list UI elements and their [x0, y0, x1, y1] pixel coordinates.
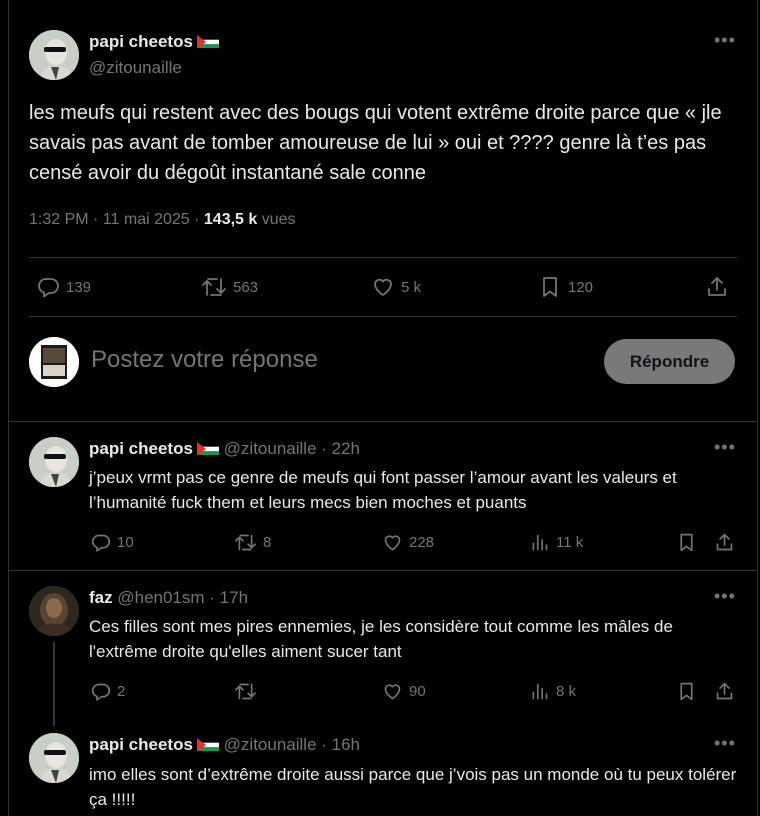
card-image-icon [29, 337, 79, 387]
share-button[interactable] [705, 275, 729, 299]
retweet-icon [235, 683, 256, 700]
bookmark-button[interactable] [676, 532, 697, 553]
views-stat[interactable]: 8 k [529, 681, 576, 702]
reply-author-avatar[interactable] [29, 437, 79, 487]
reply-stat[interactable]: 2 [90, 681, 125, 702]
bookmark-stat[interactable]: 120 [538, 275, 593, 299]
views-count: 8 k [556, 683, 577, 700]
reply-text: Ces filles sont mes pires ennemies, je l… [89, 617, 673, 661]
heart-icon [374, 278, 392, 296]
share-icon [708, 277, 726, 296]
reply-header: papi cheetos @zitounaille · 22h [89, 439, 360, 459]
reply-time[interactable]: · 16h [317, 735, 360, 754]
reply-icon [38, 278, 59, 298]
bookmark-icon [543, 277, 557, 297]
bookmark-button[interactable] [676, 681, 697, 702]
avatar-image [29, 30, 79, 80]
palestine-flag-icon [196, 34, 219, 48]
reply-author-handle[interactable]: @hen01sm [117, 588, 204, 607]
retweet-count: 563 [233, 278, 259, 296]
reply-time[interactable]: · 22h [317, 439, 360, 458]
views-label: vues [257, 211, 296, 228]
like-stat[interactable]: 228 [382, 532, 434, 553]
reply-button[interactable]: Répondre [604, 339, 735, 384]
reply-author-avatar[interactable] [29, 586, 79, 636]
more-icon[interactable]: ••• [714, 586, 736, 607]
views-chart-icon [532, 683, 548, 700]
tweet-timestamp[interactable]: 1:32 PM · 11 mai 2025 · [29, 211, 204, 228]
reply-time[interactable]: · 17h [205, 588, 248, 607]
heart-icon [384, 684, 401, 700]
divider [29, 316, 737, 317]
palestine-flag-icon [196, 441, 219, 455]
views-count: 11 k [556, 534, 584, 551]
reply-author-handle[interactable]: @zitounaille [224, 735, 317, 754]
bookmark-icon [680, 533, 693, 552]
retweet-icon [202, 278, 226, 296]
reply-count: 2 [117, 683, 126, 700]
bookmark-count: 120 [568, 278, 594, 296]
avatar-image [29, 586, 79, 636]
palestine-flag-icon [196, 737, 219, 751]
like-count: 90 [409, 683, 426, 700]
more-icon[interactable]: ••• [714, 30, 736, 51]
reply-author-name[interactable]: faz [89, 588, 113, 607]
avatar-image [29, 733, 79, 783]
like-count: 5 k [401, 278, 422, 296]
bookmark-icon [680, 682, 693, 701]
main-author-name[interactable]: papi cheetos [89, 32, 193, 51]
retweet-stat[interactable] [234, 681, 257, 702]
reply-stat[interactable]: 10 [90, 532, 134, 553]
reply-author-name[interactable]: papi cheetos [89, 735, 193, 754]
avatar-image [29, 437, 79, 487]
share-button[interactable] [714, 681, 735, 702]
main-tweet-text: les meufs qui restent avec des bougs qui… [29, 102, 722, 184]
views-chart-icon [532, 534, 548, 551]
more-icon[interactable]: ••• [714, 733, 736, 754]
reply-icon [91, 534, 111, 552]
reply-author-name[interactable]: papi cheetos [89, 439, 193, 458]
reply-count: 10 [117, 534, 134, 551]
tweet-meta: 1:32 PM · 11 mai 2025 · 143,5 k vues [29, 211, 296, 229]
reply-author-handle[interactable]: @zitounaille [224, 439, 317, 458]
views-stat[interactable]: 11 k [529, 532, 583, 553]
main-author-avatar[interactable] [29, 30, 79, 80]
thread-line [53, 642, 55, 726]
reply-header: faz @hen01sm · 17h [89, 588, 248, 608]
more-icon[interactable]: ••• [714, 437, 736, 458]
views-count: 143,5 k [203, 211, 258, 228]
retweet-icon [235, 534, 256, 551]
heart-icon [384, 535, 401, 551]
reply-text: imo elles sont d’extrême droite aussi pa… [89, 765, 737, 809]
retweet-stat[interactable]: 8 [234, 532, 271, 553]
main-author-handle[interactable]: @zitounaille [89, 58, 182, 78]
reply-text: j’peux vrmt pas ce genre de meufs qui fo… [89, 468, 677, 512]
share-icon [716, 682, 733, 700]
reply-icon [91, 683, 111, 701]
divider [29, 257, 737, 258]
like-stat[interactable]: 90 [382, 681, 426, 702]
divider [9, 421, 758, 422]
reply-input[interactable]: Postez votre réponse [91, 346, 318, 374]
like-count: 228 [409, 534, 435, 551]
current-user-avatar[interactable] [29, 337, 79, 387]
reply-count: 139 [66, 278, 92, 296]
reply-author-avatar[interactable] [29, 733, 79, 783]
share-icon [716, 533, 733, 551]
retweet-stat[interactable]: 563 [201, 275, 258, 299]
retweet-count: 8 [263, 534, 272, 551]
like-stat[interactable]: 5 k [371, 275, 421, 299]
reply-stat[interactable]: 139 [36, 275, 91, 299]
share-button[interactable] [714, 532, 735, 553]
divider [9, 570, 758, 571]
reply-header: papi cheetos @zitounaille · 16h [89, 735, 360, 755]
